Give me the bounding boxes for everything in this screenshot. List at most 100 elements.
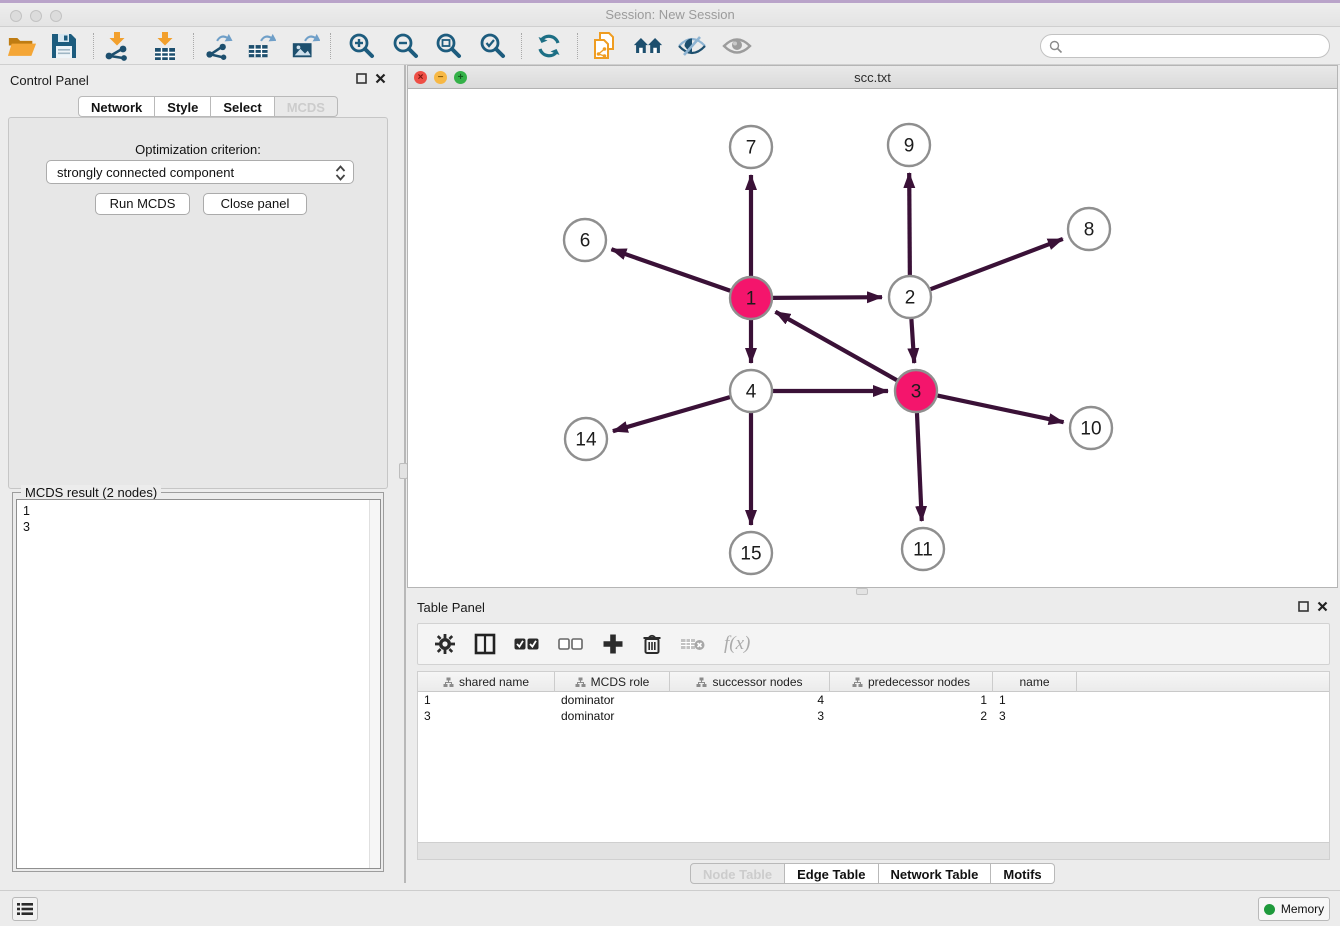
zoom-in-icon [348,32,376,60]
save-session-button[interactable] [49,31,79,61]
import-table-icon [150,31,180,61]
memory-label: Memory [1281,902,1324,916]
hide-selected-button[interactable] [677,31,707,61]
tab-network[interactable]: Network [78,96,155,117]
tab-mcds[interactable]: MCDS [275,96,338,117]
checked-boxes-icon [514,637,540,651]
table-row[interactable]: 1 dominator 4 1 1 [418,692,1329,708]
gear-icon [434,633,456,655]
run-mcds-button[interactable]: Run MCDS [95,193,190,215]
open-folder-icon [7,33,37,59]
hierarchy-icon [852,677,863,688]
graph-edge-3-10[interactable] [938,396,1064,423]
graph-edge-2-8[interactable] [931,239,1063,289]
graph-edge-3-1[interactable] [775,312,896,380]
graph-node-label-8: 8 [1084,220,1095,241]
tab-network-table[interactable]: Network Table [879,863,992,884]
table-panel-title: Table Panel [417,600,485,615]
table-header-row: shared name MCDS role successor nodes pr… [418,672,1329,692]
first-neighbors-button[interactable] [633,31,663,61]
graph-node-label-9: 9 [904,136,915,157]
column-header-predecessor-nodes[interactable]: predecessor nodes [830,672,993,692]
delete-column-button[interactable] [642,633,662,655]
export-table-button[interactable] [246,31,276,61]
search-icon [1049,40,1063,54]
panel-split-button[interactable] [474,633,496,655]
graph-edge-4-14[interactable] [613,397,730,431]
toolbar-separator [93,33,94,59]
column-header-name[interactable]: name [993,672,1077,692]
add-column-button[interactable] [602,633,624,655]
tab-style[interactable]: Style [155,96,211,117]
show-all-button[interactable] [722,31,752,61]
select-all-columns-button[interactable] [514,637,540,651]
memory-button[interactable]: Memory [1258,897,1330,921]
cell-predecessor-nodes: 1 [830,692,993,708]
graph-edge-1-2[interactable] [773,297,882,298]
mcds-result-list[interactable]: 1 3 [16,499,381,869]
toolbar-separator [577,33,578,59]
horizontal-splitter-handle[interactable] [856,588,868,595]
table-tabs: Node Table Edge Table Network Table Moti… [690,863,1055,885]
mcds-result-scrollbar[interactable] [369,500,380,868]
search-input[interactable] [1067,36,1322,56]
houses-icon [633,34,663,58]
plus-icon [602,633,624,655]
hierarchy-icon [443,677,454,688]
cell-shared-name: 3 [418,708,555,724]
float-panel-icon[interactable] [356,73,367,84]
import-network-button[interactable] [102,31,132,61]
apply-layout-button[interactable] [534,31,564,61]
app-title: Session: New Session [0,7,1340,22]
export-table-icon [246,31,276,61]
deselect-all-columns-button[interactable] [558,637,584,651]
split-panel-icon [474,633,496,655]
network-graph: 7968124314101511 [408,89,1337,587]
function-builder-button[interactable]: f(x) [724,633,750,655]
graph-edge-3-11[interactable] [917,413,922,521]
cell-mcds-role: dominator [555,708,670,724]
tab-edge-table[interactable]: Edge Table [785,863,878,884]
table-row[interactable]: 3 dominator 3 2 3 [418,708,1329,724]
graph-edge-2-9[interactable] [909,173,910,275]
export-network-icon [203,31,233,61]
export-network-button[interactable] [203,31,233,61]
zoom-in-button[interactable] [347,31,377,61]
mcds-result-item: 1 [17,500,380,519]
tab-select[interactable]: Select [211,96,274,117]
open-file-button[interactable] [7,31,37,61]
hierarchy-icon [575,677,586,688]
column-header-mcds-role[interactable]: MCDS role [555,672,670,692]
delete-table-button[interactable] [680,635,706,653]
graph-edge-1-6[interactable] [611,249,730,291]
network-canvas[interactable]: 7968124314101511 [408,89,1337,587]
cell-mcds-role: dominator [555,692,670,708]
close-panel-button[interactable]: Close panel [203,193,307,215]
select-stepper-icon [335,165,346,181]
graph-edge-2-3[interactable] [911,319,914,363]
node-table: shared name MCDS role successor nodes pr… [417,671,1330,843]
close-panel-icon[interactable] [375,73,386,84]
tab-node-table[interactable]: Node Table [690,863,785,884]
column-label: name [1019,675,1049,689]
import-table-button[interactable] [150,31,180,61]
task-history-button[interactable] [12,897,38,921]
zoom-selected-icon [479,32,507,60]
list-icon [17,902,33,916]
new-network-from-selection-button[interactable] [589,31,619,61]
zoom-fit-button[interactable] [434,31,464,61]
optimization-criterion-select[interactable]: strongly connected component [46,160,354,184]
tab-motifs[interactable]: Motifs [991,863,1054,884]
column-header-successor-nodes[interactable]: successor nodes [670,672,830,692]
column-settings-button[interactable] [434,633,456,655]
hierarchy-icon [696,677,707,688]
float-panel-icon[interactable] [1298,601,1309,612]
export-image-button[interactable] [290,31,320,61]
network-view-window: × − + scc.txt 7968124314101511 [407,65,1338,588]
zoom-out-button[interactable] [391,31,421,61]
zoom-selected-button[interactable] [478,31,508,61]
network-window-titlebar[interactable]: × − + scc.txt [408,66,1337,89]
close-panel-icon[interactable] [1317,601,1328,612]
cell-shared-name: 1 [418,692,555,708]
column-header-shared-name[interactable]: shared name [418,672,555,692]
